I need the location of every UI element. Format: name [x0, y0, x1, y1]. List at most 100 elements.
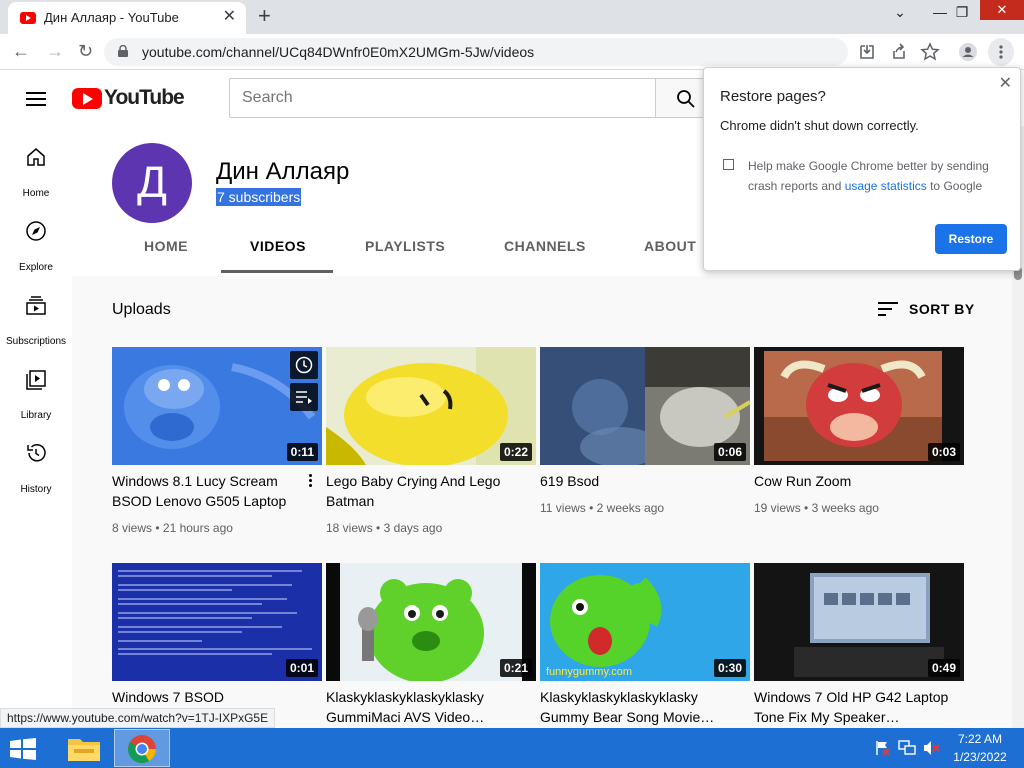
video-age: 3 days ago	[383, 521, 443, 535]
video-thumbnail[interactable]: funnygummy.com 0:30	[540, 563, 750, 681]
video-card[interactable]: 0:21 Klaskyklaskyklaskyklasky GummiMaci …	[326, 563, 536, 728]
video-card[interactable]: 0:22 Lego Baby Crying And Lego Batman 18…	[326, 347, 536, 547]
video-title[interactable]: Windows 7 BSOD	[112, 687, 298, 707]
video-card[interactable]: 0:01 Windows 7 BSOD	[112, 563, 322, 728]
tab-channels[interactable]: CHANNELS	[504, 238, 586, 274]
search-icon	[677, 90, 695, 108]
video-age: 2 weeks ago	[596, 501, 665, 515]
video-title[interactable]: Cow Run Zoom	[754, 471, 940, 491]
dialog-title: Restore pages?	[720, 88, 826, 105]
guide-item-subscriptions[interactable]: Subscriptions	[0, 284, 72, 358]
search-button[interactable]	[655, 78, 705, 118]
close-window-button[interactable]: ✕	[980, 0, 1024, 20]
video-duration: 0:21	[499, 659, 532, 677]
lock-icon	[118, 45, 128, 57]
bookmark-star-icon[interactable]	[920, 42, 940, 62]
video-duration: 0:06	[713, 443, 746, 461]
history-icon	[27, 444, 46, 462]
install-app-icon[interactable]	[857, 42, 877, 62]
hamburger-menu-icon[interactable]	[26, 92, 46, 106]
address-bar[interactable]: youtube.com/channel/UCq84DWnfr0E0mX2UMGm…	[104, 38, 848, 66]
video-title[interactable]: Klaskyklaskyklaskyklasky GummiMaci AVS V…	[326, 687, 526, 727]
video-card[interactable]: 0:03 Cow Run Zoom 19 views • 3 weeks ago	[754, 347, 964, 547]
chrome-menu-button[interactable]	[988, 38, 1014, 66]
guide-item-label: Library	[20, 410, 52, 421]
video-title[interactable]: Klaskyklaskyklaskyklasky Gummy Bear Song…	[540, 687, 740, 727]
video-duration: 0:49	[927, 659, 960, 677]
guide-item-explore[interactable]: Explore	[0, 210, 72, 284]
taskbar-chrome[interactable]	[114, 729, 170, 767]
windows-start-icon[interactable]	[10, 738, 36, 760]
crash-report-checkbox[interactable]	[723, 159, 734, 170]
video-card[interactable]: 0:49 Windows 7 Old HP G42 Laptop Tone Fi…	[754, 563, 964, 728]
new-tab-icon[interactable]: +	[258, 4, 271, 28]
video-title[interactable]: 619 Bsod	[540, 471, 726, 491]
tab-home[interactable]: HOME	[144, 238, 188, 274]
taskbar-clock-time[interactable]: 7:22 AM	[952, 732, 1008, 746]
tab-strip: Дин Аллаяр - YouTube ✕ + ⌄ — ❐ ✕	[0, 0, 1024, 34]
youtube-logo-icon[interactable]	[72, 88, 102, 109]
video-title[interactable]: Windows 7 Old HP G42 Laptop Tone Fix My …	[754, 687, 954, 727]
dialog-close-icon[interactable]: ✕	[999, 74, 1012, 94]
video-action-menu-icon[interactable]	[306, 474, 314, 490]
browser-tab[interactable]: Дин Аллаяр - YouTube ✕	[8, 2, 246, 34]
sort-by-label: SORT BY	[909, 301, 975, 317]
profile-icon[interactable]	[958, 42, 978, 62]
channel-avatar[interactable]: Д	[112, 143, 192, 223]
restore-window-icon[interactable]: ❐	[942, 2, 982, 22]
subscriptions-icon	[26, 296, 46, 315]
chrome-icon	[128, 735, 156, 763]
video-card[interactable]: 0:11 Windows 8.1 Lucy Scream BSOD Lenovo…	[112, 347, 322, 547]
uploads-heading: Uploads	[112, 301, 171, 318]
guide-item-library[interactable]: Library	[0, 358, 72, 432]
video-age: 3 weeks ago	[811, 501, 879, 515]
taskbar	[0, 728, 1024, 768]
network-icon[interactable]	[898, 740, 916, 756]
tab-playlists[interactable]: PLAYLISTS	[365, 238, 445, 274]
tab-search-icon[interactable]: ⌄	[880, 2, 920, 22]
video-metadata: 18 views • 3 days ago	[326, 521, 443, 535]
usage-statistics-link[interactable]: usage statistics	[845, 179, 927, 193]
restore-pages-dialog: Restore pages? ✕ Chrome didn't shut down…	[703, 67, 1021, 271]
video-thumbnail[interactable]: 0:11	[112, 347, 322, 465]
video-thumbnail[interactable]: 0:06	[540, 347, 750, 465]
taskbar-file-explorer[interactable]	[56, 729, 112, 767]
video-views: 19 views	[754, 501, 801, 515]
youtube-favicon-icon	[20, 12, 36, 24]
guide-item-home[interactable]: Home	[0, 136, 72, 210]
reload-icon[interactable]: ↻	[78, 40, 93, 62]
video-thumbnail[interactable]: 0:21	[326, 563, 536, 681]
tab-title: Дин Аллаяр - YouTube	[44, 10, 179, 25]
tab-videos[interactable]: VIDEOS	[250, 238, 306, 274]
action-center-flag-icon[interactable]	[874, 740, 890, 756]
add-to-queue-button[interactable]	[290, 383, 318, 411]
channel-name: Дин Аллаяр	[216, 158, 350, 185]
video-thumbnail[interactable]: 0:01	[112, 563, 322, 681]
video-thumbnail[interactable]: 0:49	[754, 563, 964, 681]
search-input[interactable]	[230, 79, 655, 117]
restore-button[interactable]: Restore	[935, 224, 1007, 254]
guide-item-history[interactable]: History	[0, 432, 72, 506]
active-tab-indicator	[221, 270, 333, 273]
taskbar-clock-date[interactable]: 1/23/2022	[946, 750, 1014, 764]
video-views: 11 views	[540, 501, 586, 515]
video-title[interactable]: Lego Baby Crying And Lego Batman	[326, 471, 512, 511]
video-thumbnail[interactable]: 0:03	[754, 347, 964, 465]
video-metadata: 19 views • 3 weeks ago	[754, 501, 879, 515]
share-icon[interactable]	[889, 42, 909, 62]
kebab-menu-icon	[999, 45, 1003, 59]
video-card[interactable]: funnygummy.com 0:30 Klaskyklaskyklaskykl…	[540, 563, 750, 728]
tab-about[interactable]: ABOUT	[644, 238, 696, 274]
volume-muted-icon[interactable]	[922, 740, 940, 756]
youtube-logo-text[interactable]: YouTube	[104, 86, 185, 110]
watch-later-button[interactable]	[290, 351, 318, 379]
video-thumbnail[interactable]: 0:22	[326, 347, 536, 465]
search-box[interactable]	[229, 78, 656, 118]
video-card[interactable]: 0:06 619 Bsod 11 views • 2 weeks ago	[540, 347, 750, 547]
back-icon[interactable]: ←	[12, 40, 30, 62]
forward-icon[interactable]: →	[46, 40, 64, 62]
tab-close-icon[interactable]: ✕	[223, 8, 236, 26]
video-duration: 0:01	[285, 659, 318, 677]
video-title[interactable]: Windows 8.1 Lucy Scream BSOD Lenovo G505…	[112, 471, 298, 511]
sort-icon	[878, 302, 898, 320]
